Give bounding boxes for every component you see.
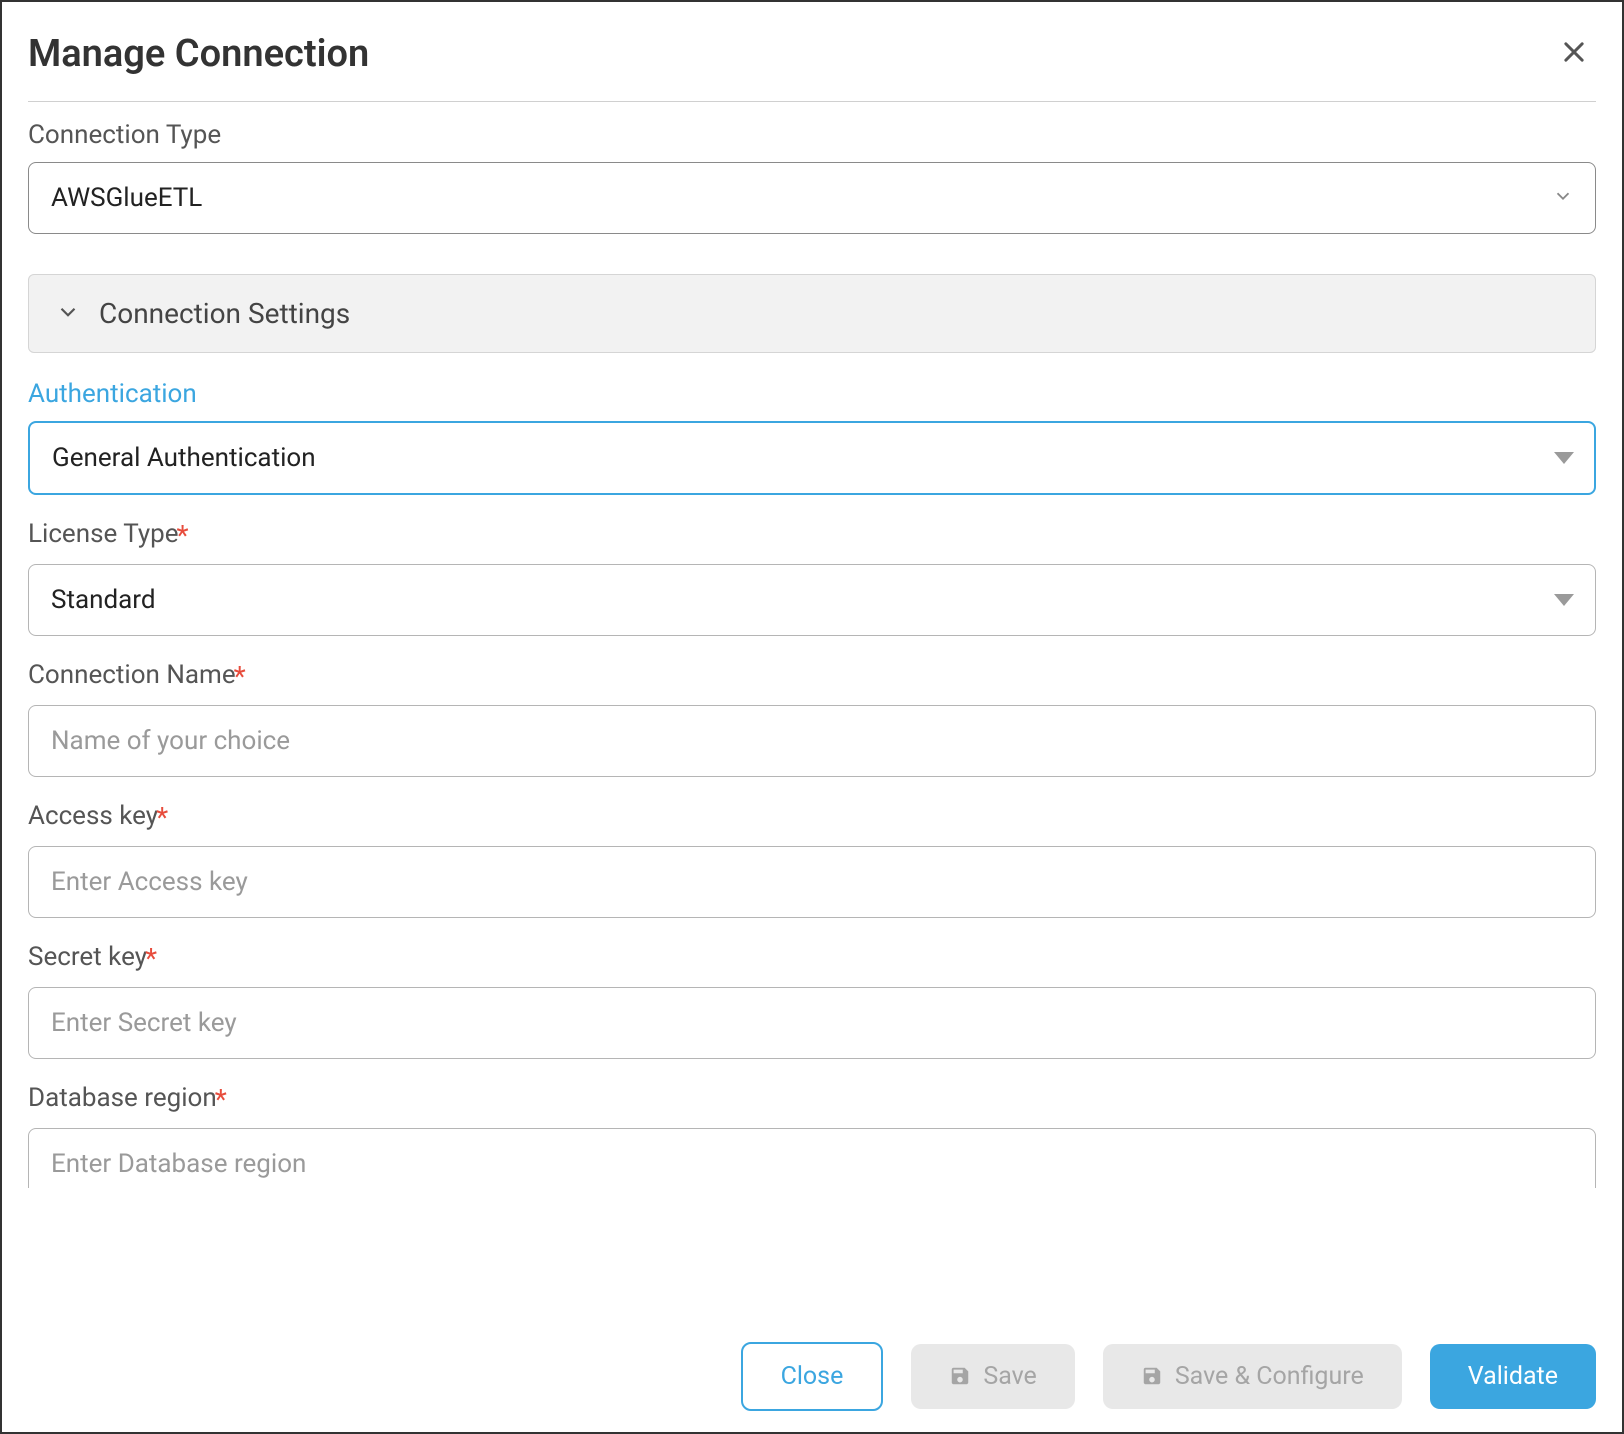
- modal-header: Manage Connection: [28, 32, 1596, 102]
- required-marker: *: [234, 660, 246, 693]
- database-region-label: Database region*: [28, 1083, 1596, 1116]
- required-marker: *: [145, 942, 157, 975]
- access-key-label: Access key*: [28, 801, 1596, 834]
- secret-key-group: Secret key*: [28, 942, 1596, 1059]
- validate-button[interactable]: Validate: [1430, 1344, 1596, 1409]
- connection-type-group: Connection Type AWSGlueETL: [28, 120, 1596, 234]
- access-key-input[interactable]: [28, 846, 1596, 918]
- license-type-select[interactable]: Standard: [28, 564, 1596, 636]
- connection-settings-header[interactable]: Connection Settings: [28, 274, 1596, 353]
- connection-type-value: AWSGlueETL: [51, 183, 202, 213]
- required-marker: *: [177, 519, 189, 552]
- chevron-down-icon: [55, 299, 81, 329]
- secret-key-label: Secret key*: [28, 942, 1596, 975]
- authentication-value: General Authentication: [52, 443, 316, 473]
- save-icon: [1141, 1365, 1163, 1387]
- modal-title: Manage Connection: [28, 32, 369, 76]
- close-icon[interactable]: [1552, 36, 1596, 72]
- license-type-label: License Type*: [28, 519, 1596, 552]
- save-configure-button[interactable]: Save & Configure: [1103, 1344, 1402, 1409]
- connection-name-group: Connection Name*: [28, 660, 1596, 777]
- required-marker: *: [156, 801, 168, 834]
- save-button[interactable]: Save: [911, 1344, 1074, 1409]
- connection-name-label: Connection Name*: [28, 660, 1596, 693]
- connection-type-label: Connection Type: [28, 120, 1596, 150]
- manage-connection-modal: Manage Connection Connection Type AWSGlu…: [2, 2, 1622, 1320]
- database-region-group: Database region*: [28, 1083, 1596, 1188]
- database-region-input[interactable]: [28, 1128, 1596, 1188]
- required-marker: *: [215, 1083, 227, 1116]
- access-key-group: Access key*: [28, 801, 1596, 918]
- save-icon: [949, 1365, 971, 1387]
- secret-key-input[interactable]: [28, 987, 1596, 1059]
- authentication-select[interactable]: General Authentication: [28, 421, 1596, 495]
- scrollbar[interactable]: [1607, 112, 1619, 1317]
- license-type-group: License Type* Standard: [28, 519, 1596, 636]
- license-type-value: Standard: [51, 585, 155, 615]
- authentication-label: Authentication: [28, 379, 1596, 409]
- connection-settings-title: Connection Settings: [99, 297, 350, 330]
- modal-footer: Close Save Save & Configure Validate: [2, 1320, 1622, 1432]
- close-button[interactable]: Close: [741, 1342, 884, 1411]
- connection-name-input[interactable]: [28, 705, 1596, 777]
- authentication-group: Authentication General Authentication: [28, 379, 1596, 495]
- connection-type-select[interactable]: AWSGlueETL: [28, 162, 1596, 234]
